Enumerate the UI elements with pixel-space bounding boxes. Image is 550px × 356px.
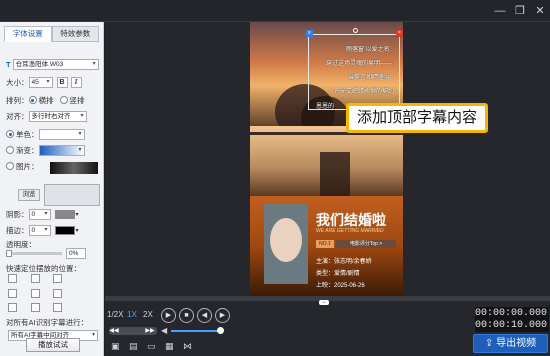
opacity-slider[interactable] bbox=[6, 252, 62, 255]
minimize-icon[interactable]: — bbox=[492, 3, 508, 19]
gradient-radio[interactable] bbox=[6, 146, 14, 154]
position-top-right[interactable] bbox=[53, 274, 63, 283]
settings-tabs: 字体设置 特效参数 bbox=[4, 26, 99, 42]
forward-icon[interactable]: ▶▶ bbox=[145, 327, 155, 335]
playback-controls: ⌄ 1/2X 1X 2X ▶ ■ ◀ ▶ ◀◀ ▶▶ ◀ 00:00:00.00… bbox=[105, 296, 550, 356]
total-time-text: 00:00:10.000 bbox=[475, 320, 548, 331]
vertical-label: 竖排 bbox=[69, 95, 85, 105]
vertical-radio[interactable] bbox=[59, 96, 68, 104]
bold-button[interactable]: B bbox=[56, 76, 68, 88]
speed-1x[interactable]: 1X bbox=[127, 310, 137, 319]
position-bottom-center[interactable] bbox=[30, 303, 40, 313]
speed-half[interactable]: 1/2X bbox=[107, 310, 123, 319]
rewind-icon[interactable]: ◀◀ bbox=[109, 327, 119, 335]
play-icon[interactable]: ▶ bbox=[161, 308, 176, 323]
stop-icon[interactable]: ■ bbox=[179, 308, 194, 323]
stroke-input[interactable]: 0 bbox=[28, 224, 51, 236]
image-radio[interactable] bbox=[6, 162, 14, 170]
single-color-select[interactable] bbox=[38, 128, 85, 140]
preview-play-button[interactable]: 播放试试 bbox=[26, 338, 80, 352]
collapse-chevron-icon[interactable]: ⌄ bbox=[319, 300, 329, 305]
subtitle-selection-box[interactable] bbox=[308, 34, 400, 110]
arrange-label: 排列： bbox=[6, 95, 29, 105]
opacity-label: 透明度： bbox=[6, 239, 36, 249]
title-bar: — ❐ ✕ bbox=[0, 0, 550, 22]
rank-badge: NO.1 bbox=[316, 240, 334, 248]
font-select[interactable]: 仓耳渔阳体 W03 bbox=[12, 58, 99, 70]
single-color-label: 单色： bbox=[16, 129, 39, 139]
next-frame-icon[interactable]: ▶ bbox=[215, 308, 230, 323]
poster-subtitle: WE ARE GETTING MARRIED bbox=[316, 228, 384, 234]
save-as-icon[interactable]: ▦ bbox=[165, 341, 175, 351]
volume-slider[interactable] bbox=[171, 330, 221, 332]
font-settings-panel: 字体设置 特效参数 T 仓耳渔阳体 W03 大小： 45 B I 排列： 横排 … bbox=[0, 22, 104, 356]
size-input[interactable]: 45 bbox=[28, 76, 53, 88]
delete-icon[interactable]: × bbox=[396, 30, 403, 37]
maximize-icon[interactable]: ❐ bbox=[512, 3, 528, 19]
add-top-subtitle-tooltip: 添加顶部字幕内容 bbox=[346, 103, 488, 133]
font-icon: T bbox=[6, 59, 11, 69]
tab-font-settings[interactable]: 字体设置 bbox=[4, 26, 52, 42]
stroke-label: 描边： bbox=[6, 225, 29, 235]
ai-subtitle-label: 对所有AI识别字幕进行： bbox=[6, 317, 89, 327]
horizontal-label: 横排 bbox=[38, 95, 54, 105]
single-color-radio[interactable] bbox=[6, 130, 14, 138]
position-middle-left[interactable] bbox=[8, 288, 17, 298]
poster-cast: 主演：张志明/余春娇 bbox=[316, 259, 372, 265]
video-frame: 雨落窗 以爱之名 穿过这场灵魂的易明—— 当誓言如晴盛溢 许光交织缘永恒的契约 … bbox=[250, 22, 403, 296]
position-bottom-left[interactable] bbox=[8, 303, 17, 313]
volume-icon[interactable]: ◀ bbox=[161, 327, 169, 335]
poster-title: 我们结婚啦 bbox=[316, 213, 386, 229]
quick-position-label: 快速定位摆放的位置： bbox=[6, 263, 81, 273]
current-time-text: 00:00:00.000 bbox=[475, 308, 548, 319]
opacity-slider-handle[interactable] bbox=[6, 250, 12, 257]
volume-slider-handle[interactable] bbox=[217, 327, 224, 334]
size-label: 大小： bbox=[6, 77, 29, 87]
rotate-handle-icon[interactable] bbox=[353, 28, 358, 33]
save-icon[interactable]: ▣ bbox=[111, 341, 121, 351]
image-label: 图片： bbox=[16, 161, 39, 171]
share-icon[interactable]: ⋈ bbox=[183, 341, 193, 351]
prev-frame-icon[interactable]: ◀ bbox=[197, 308, 212, 323]
export-icon: ⇪ bbox=[484, 338, 497, 349]
close-icon[interactable]: ✕ bbox=[532, 3, 548, 19]
align-label: 对齐： bbox=[6, 111, 29, 121]
poster-date: 上映：2025-06-26 bbox=[316, 283, 365, 289]
edit-icon[interactable]: ≡ bbox=[306, 30, 313, 37]
current-time: 00:00:00.000 00:00:10.000 bbox=[475, 307, 549, 332]
new-file-icon[interactable]: ▤ bbox=[129, 341, 139, 351]
image-texture-preview bbox=[50, 162, 98, 174]
opacity-input[interactable]: 0% bbox=[66, 248, 86, 259]
gradient-label: 渐变： bbox=[16, 145, 39, 155]
image-preview-box bbox=[44, 184, 100, 206]
position-middle-right[interactable] bbox=[53, 288, 63, 298]
browse-button[interactable]: 浏览 bbox=[18, 189, 40, 201]
position-center[interactable] bbox=[30, 288, 40, 298]
shadow-label: 阴影： bbox=[6, 209, 29, 219]
quick-position-grid bbox=[8, 274, 72, 314]
position-bottom-right[interactable] bbox=[53, 303, 63, 313]
position-top-center[interactable] bbox=[30, 274, 40, 283]
preview-area: 雨落窗 以爱之名 穿过这场灵魂的易明—— 当誓言如晴盛溢 许光交织缘永恒的契约 … bbox=[105, 22, 550, 296]
position-top-left[interactable] bbox=[8, 274, 17, 283]
shadow-color-swatch[interactable] bbox=[54, 209, 75, 219]
italic-button[interactable]: I bbox=[70, 76, 82, 88]
poster-genre: 类型：爱情/剧情 bbox=[316, 271, 360, 277]
tab-effect-params[interactable]: 特效参数 bbox=[51, 26, 99, 42]
export-label: 导出视频 bbox=[496, 338, 537, 349]
export-video-button[interactable]: ⇪ 导出视频 bbox=[473, 334, 548, 353]
gradient-select[interactable] bbox=[38, 144, 85, 156]
open-folder-icon[interactable]: ▭ bbox=[147, 341, 157, 351]
stroke-color-swatch[interactable] bbox=[54, 225, 75, 235]
shadow-input[interactable]: 0 bbox=[28, 208, 51, 220]
rating-badge: 电影评分Top > bbox=[336, 240, 396, 248]
horizontal-radio[interactable] bbox=[28, 96, 37, 104]
speed-2x[interactable]: 2X bbox=[143, 310, 153, 319]
align-select[interactable]: 多行时右对齐 bbox=[28, 110, 87, 122]
